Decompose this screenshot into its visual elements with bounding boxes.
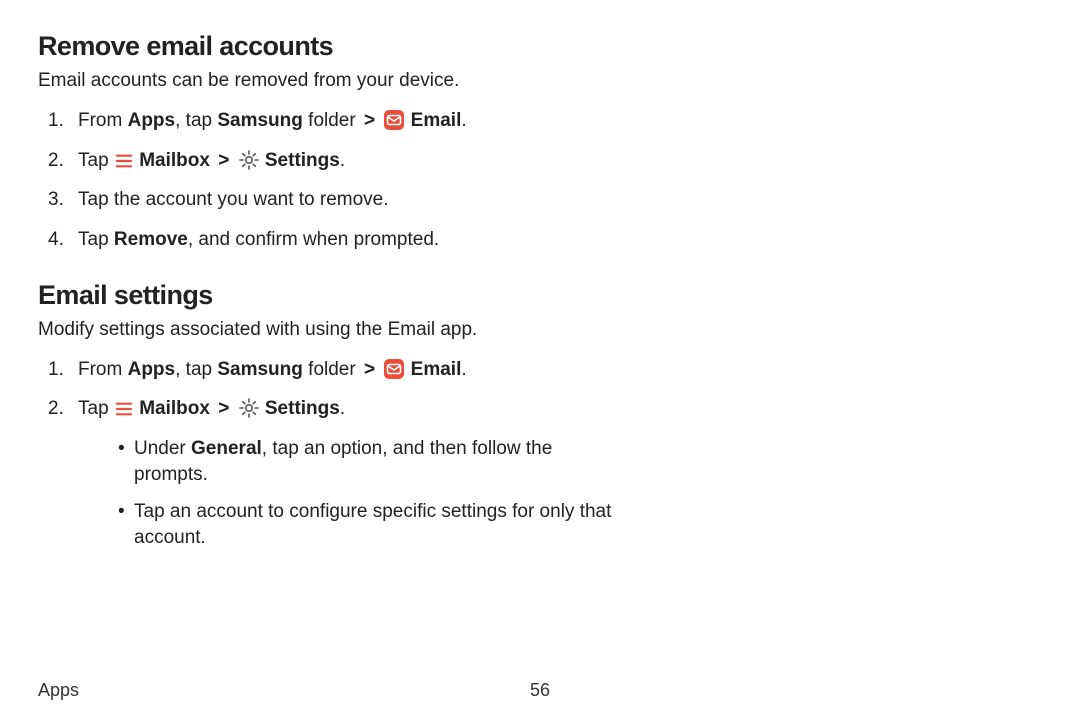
chevron-right-icon: > xyxy=(215,150,232,171)
footer-section-label: Apps xyxy=(38,678,79,702)
settings-label: Settings xyxy=(260,398,340,419)
text: . xyxy=(461,359,466,380)
text: , and confirm when prompted. xyxy=(188,229,439,250)
text: . xyxy=(340,398,345,419)
text: Tap xyxy=(78,150,114,171)
substep-general: Under General, tap an option, and then f… xyxy=(78,436,614,487)
text: From xyxy=(78,110,128,131)
text: . xyxy=(340,150,345,171)
chevron-right-icon: > xyxy=(361,110,378,131)
intro-remove: Email accounts can be removed from your … xyxy=(38,68,1042,94)
step-remove-1: From Apps, tap Samsung folder > Email. xyxy=(38,108,1042,134)
steps-remove: From Apps, tap Samsung folder > Email. T… xyxy=(38,108,1042,253)
mailbox-label: Mailbox xyxy=(134,150,215,171)
chevron-right-icon: > xyxy=(215,398,232,419)
apps-label: Apps xyxy=(128,359,176,380)
email-label: Email xyxy=(405,359,461,380)
remove-label: Remove xyxy=(114,229,188,250)
heading-remove-email-accounts: Remove email accounts xyxy=(38,28,1042,64)
page-footer: Apps 56 xyxy=(38,678,1042,702)
intro-settings: Modify settings associated with using th… xyxy=(38,317,1042,343)
mailbox-icon xyxy=(114,151,134,169)
step-remove-4: Tap Remove, and confirm when prompted. xyxy=(38,227,1042,253)
text: . xyxy=(461,110,466,131)
heading-email-settings: Email settings xyxy=(38,277,1042,313)
text: folder xyxy=(303,359,361,380)
step-remove-3: Tap the account you want to remove. xyxy=(38,187,1042,213)
mailbox-label: Mailbox xyxy=(134,398,215,419)
step-settings-2: Tap Mailbox > xyxy=(38,396,1042,550)
email-label: Email xyxy=(405,110,461,131)
chevron-right-icon: > xyxy=(361,359,378,380)
step-settings-1: From Apps, tap Samsung folder > Email. xyxy=(38,357,1042,383)
manual-page: Remove email accounts Email accounts can… xyxy=(0,0,1080,720)
settings-gear-icon xyxy=(238,397,260,419)
general-label: General xyxy=(191,438,262,459)
apps-label: Apps xyxy=(128,110,176,131)
substep-account: Tap an account to configure specific set… xyxy=(78,499,614,550)
substeps-settings: Under General, tap an option, and then f… xyxy=(78,436,1042,551)
email-icon xyxy=(383,358,405,380)
text: Tap xyxy=(78,398,114,419)
text: folder xyxy=(303,110,361,131)
text: Tap xyxy=(78,229,114,250)
step-remove-2: Tap Mailbox > xyxy=(38,148,1042,174)
mailbox-icon xyxy=(114,399,134,417)
settings-label: Settings xyxy=(260,150,340,171)
samsung-label: Samsung xyxy=(217,359,303,380)
text: , tap xyxy=(175,110,217,131)
samsung-label: Samsung xyxy=(217,110,303,131)
settings-gear-icon xyxy=(238,149,260,171)
steps-settings: From Apps, tap Samsung folder > Email. T… xyxy=(38,357,1042,551)
text: Under xyxy=(134,438,191,459)
email-icon xyxy=(383,109,405,131)
footer-page-number: 56 xyxy=(530,678,550,702)
text: , tap xyxy=(175,359,217,380)
text: From xyxy=(78,359,128,380)
